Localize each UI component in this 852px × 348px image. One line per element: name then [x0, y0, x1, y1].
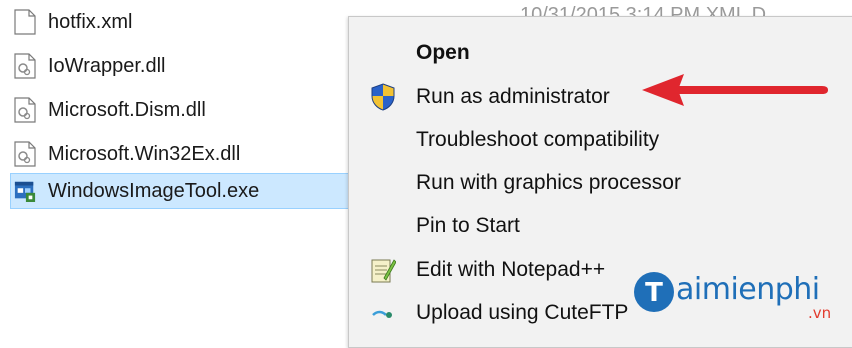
file-name: hotfix.xml: [48, 10, 133, 33]
menu-item-run-with-graphics-processor[interactable]: Run with graphics processor: [349, 163, 852, 203]
watermark-logo-letter: T: [645, 278, 663, 308]
file-row-windowsimagetool-exe[interactable]: WindowsImageTool.exe: [10, 173, 350, 209]
menu-item-label: Pin to Start: [416, 214, 520, 237]
menu-item-open[interactable]: Open: [349, 33, 852, 73]
menu-item-label: Run as administrator: [416, 85, 610, 108]
notepad-plus-plus-icon: [369, 256, 397, 284]
file-row-microsoft-dism-dll[interactable]: Microsoft.Dism.dll: [14, 92, 350, 128]
menu-item-label: Troubleshoot compatibility: [416, 128, 660, 151]
exe-file-icon: [14, 181, 36, 202]
xml-file-icon: [14, 9, 36, 35]
taimienphi-logo-icon: T: [634, 272, 674, 312]
menu-item-label: Open: [416, 41, 470, 64]
dll-file-icon: [14, 141, 36, 167]
file-name: Microsoft.Dism.dll: [48, 98, 206, 121]
file-name: Microsoft.Win32Ex.dll: [48, 142, 241, 165]
cuteftp-icon: [369, 299, 397, 327]
file-row-microsoft-win32ex-dll[interactable]: Microsoft.Win32Ex.dll: [14, 136, 350, 172]
red-arrow-left-icon: [642, 74, 828, 106]
watermark-logo: T aimienphi .vn: [632, 266, 847, 328]
file-row-iowrapper-dll[interactable]: IoWrapper.dll: [14, 48, 350, 84]
watermark-suffix: .vn: [808, 304, 832, 322]
dll-file-icon: [14, 97, 36, 123]
menu-item-label: Run with graphics processor: [416, 171, 681, 194]
file-row-hotfix-xml[interactable]: hotfix.xml: [14, 4, 350, 40]
file-name: IoWrapper.dll: [48, 54, 166, 77]
menu-item-label: Edit with Notepad++: [416, 258, 606, 281]
watermark-text: aimienphi: [676, 272, 820, 307]
menu-item-pin-to-start[interactable]: Pin to Start: [349, 206, 852, 246]
file-name: WindowsImageTool.exe: [48, 179, 260, 202]
uac-shield-icon: [369, 83, 397, 111]
menu-item-label: Upload using CuteFTP: [416, 301, 629, 324]
file-list: hotfix.xml 10/31/2015 3:14 PM XML D IoWr…: [0, 0, 766, 333]
dll-file-icon: [14, 53, 36, 79]
menu-item-troubleshoot-compatibility[interactable]: Troubleshoot compatibility: [349, 120, 852, 160]
